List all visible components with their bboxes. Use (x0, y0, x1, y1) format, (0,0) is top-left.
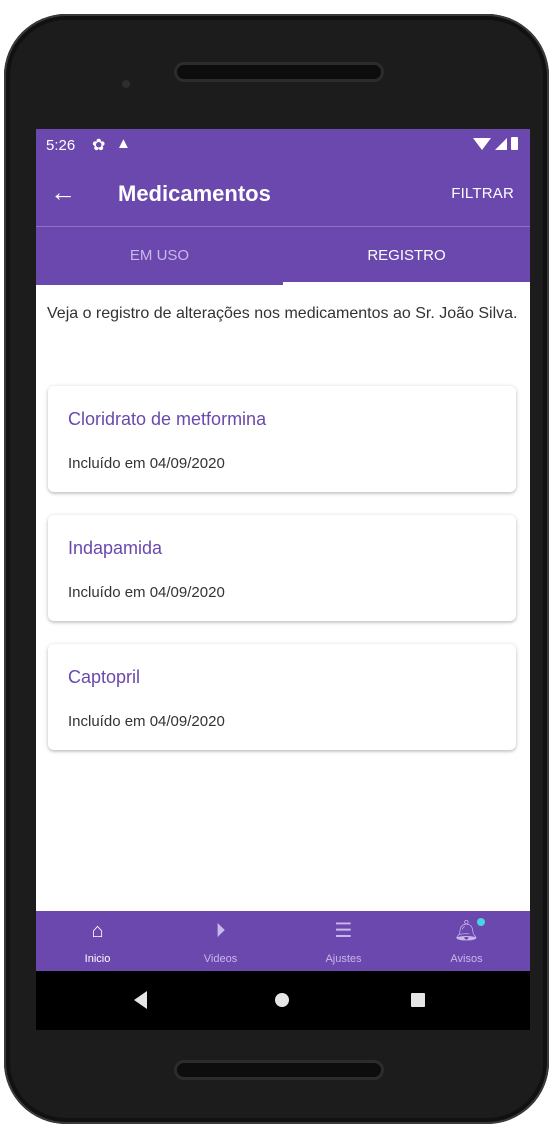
record-name: Indapamida (68, 538, 163, 558)
bell-icon: 🔔︎ (453, 920, 480, 942)
bottom-navigation: ⌂ Inicio ⏵ Videos ☰ Ajustes 🔔︎ Avisos (36, 911, 530, 971)
record-card[interactable]: Captopril Incluído em 04/09/2020 (48, 644, 516, 750)
play-circle-icon: ⏵ (215, 920, 226, 942)
wifi-icon (473, 137, 491, 150)
nav-label: Avisos (450, 953, 483, 965)
tab-bar: EM USO REGISTRO (36, 227, 530, 285)
arrow-left-icon[interactable]: ← (50, 177, 76, 207)
filter-button[interactable]: FILTRAR (451, 185, 514, 202)
warning-icon: ▲ (116, 135, 131, 152)
nav-label: Ajustes (325, 953, 362, 965)
record-detail: Incluído em 04/09/2020 (68, 584, 225, 601)
system-back-icon[interactable] (134, 991, 147, 1009)
status-icons (473, 137, 518, 150)
settings-gear-icon: ✿ (92, 137, 106, 154)
home-icon: ⌂ (91, 920, 104, 942)
nav-item-videos[interactable]: ⏵ Videos (159, 911, 282, 971)
app-bar: ← Medicamentos FILTRAR (36, 163, 530, 227)
nav-item-ajustes[interactable]: ☰ Ajustes (282, 911, 405, 971)
active-tab-indicator (283, 282, 530, 285)
tab-em-uso[interactable]: EM USO (36, 227, 283, 285)
record-card[interactable]: Indapamida Incluído em 04/09/2020 (48, 515, 516, 621)
record-detail: Incluído em 04/09/2020 (68, 455, 225, 472)
notification-dot (477, 918, 485, 926)
system-navigation-bar (36, 971, 530, 1030)
page-title: Medicamentos (118, 181, 271, 206)
front-camera (122, 80, 130, 88)
system-home-icon[interactable] (275, 993, 289, 1007)
nav-label: Inicio (84, 953, 111, 965)
nav-item-avisos[interactable]: 🔔︎ Avisos (405, 911, 528, 971)
nav-label: Videos (203, 953, 238, 965)
record-detail: Incluído em 04/09/2020 (68, 713, 225, 730)
intro-text: Veja o registro de alterações nos medica… (47, 305, 518, 322)
bottom-speaker (174, 1060, 384, 1080)
tab-registro[interactable]: REGISTRO (283, 227, 530, 285)
system-recents-icon[interactable] (411, 993, 425, 1007)
status-bar: 5:26 ✿ ▲ (36, 129, 530, 163)
signal-icon (495, 137, 507, 150)
app-screen: 5:26 ✿ ▲ ← Medicamentos FILTRAR EM USO R… (36, 129, 530, 1030)
top-speaker (174, 62, 384, 82)
battery-icon (511, 137, 518, 150)
record-name: Captopril (68, 667, 141, 687)
status-time: 5:26 (46, 137, 76, 154)
record-name: Cloridrato de metformina (68, 409, 267, 429)
record-card[interactable]: Cloridrato de metformina Incluído em 04/… (48, 386, 516, 492)
nav-item-inicio[interactable]: ⌂ Inicio (36, 911, 159, 971)
sliders-icon: ☰ (334, 920, 353, 942)
